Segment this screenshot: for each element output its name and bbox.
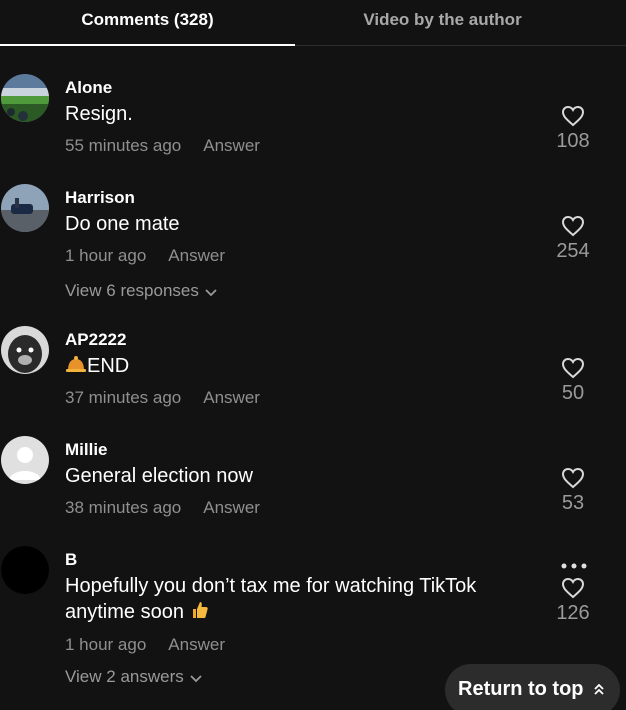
- like-button[interactable]: 50: [548, 357, 598, 405]
- bell-icon: [65, 354, 87, 381]
- heart-icon: [561, 467, 585, 489]
- avatar[interactable]: [1, 546, 49, 594]
- comment-username[interactable]: Alone: [65, 78, 112, 98]
- comment-time: 37 minutes ago: [65, 388, 182, 407]
- avatar[interactable]: [1, 184, 49, 232]
- view-replies-button[interactable]: View 2 answers: [65, 667, 202, 688]
- like-count: 108: [556, 130, 590, 152]
- more-options-icon[interactable]: [560, 553, 588, 576]
- like-button[interactable]: 108: [548, 105, 598, 153]
- return-to-top-button[interactable]: Return to top: [445, 664, 620, 710]
- comment-username[interactable]: Millie: [65, 440, 108, 460]
- view-replies-label: View 6 responses: [65, 281, 199, 300]
- double-chevron-up-icon: [593, 665, 604, 710]
- chevron-down-icon: [190, 668, 202, 688]
- like-count: 50: [561, 382, 585, 404]
- tab-video-by-author[interactable]: Video by the author: [295, 0, 590, 46]
- comment-meta: 1 hour ago Answer: [65, 246, 225, 266]
- tab-bar: Comments (328) Video by the author: [0, 0, 626, 46]
- comment-username[interactable]: Harrison: [65, 188, 135, 208]
- comment-text: Hopefully you don’t tax me for watching …: [65, 573, 476, 627]
- comment-meta: 37 minutes ago Answer: [65, 388, 260, 408]
- reply-button[interactable]: Answer: [168, 246, 225, 265]
- active-tab-indicator: [0, 44, 295, 46]
- like-button[interactable]: 53: [548, 467, 598, 515]
- avatar[interactable]: [1, 74, 49, 122]
- like-count: 126: [556, 602, 590, 624]
- heart-icon: [561, 105, 585, 127]
- comment-meta: 55 minutes ago Answer: [65, 136, 260, 156]
- comment-text-line: anytime soon: [65, 599, 476, 627]
- heart-icon: [561, 215, 585, 237]
- comment-time: 1 hour ago: [65, 246, 147, 265]
- like-count: 53: [561, 492, 585, 514]
- comment-meta: 1 hour ago Answer: [65, 635, 225, 655]
- comment-text-content: END: [87, 355, 130, 377]
- reply-button[interactable]: Answer: [203, 388, 260, 407]
- return-to-top-label: Return to top: [458, 678, 584, 700]
- view-replies-button[interactable]: View 6 responses: [65, 281, 217, 302]
- reply-button[interactable]: Answer: [203, 136, 260, 155]
- reply-button[interactable]: Answer: [203, 498, 260, 517]
- avatar[interactable]: [1, 436, 49, 484]
- comment-meta: 38 minutes ago Answer: [65, 498, 260, 518]
- comment-time: 1 hour ago: [65, 635, 147, 654]
- comment-username[interactable]: AP2222: [65, 330, 126, 350]
- like-button[interactable]: 126: [548, 577, 598, 625]
- heart-icon: [561, 577, 585, 599]
- chevron-down-icon: [205, 282, 217, 302]
- reply-button[interactable]: Answer: [168, 635, 225, 654]
- comment-text-line: Hopefully you don’t tax me for watching …: [65, 575, 477, 597]
- comment-time: 55 minutes ago: [65, 136, 182, 155]
- avatar[interactable]: [1, 326, 49, 374]
- heart-icon: [561, 357, 585, 379]
- like-button[interactable]: 254: [548, 215, 598, 263]
- comment-username[interactable]: B: [65, 550, 77, 570]
- comment-text: General election now: [65, 465, 253, 487]
- comment-time: 38 minutes ago: [65, 498, 182, 517]
- comment-text: END: [65, 353, 129, 381]
- comment-text: Do one mate: [65, 213, 180, 235]
- tab-comments[interactable]: Comments (328): [0, 0, 295, 46]
- thumbs-up-icon: [190, 600, 210, 627]
- comment-text: Resign.: [65, 103, 133, 125]
- comment-text-content: anytime soon: [65, 601, 184, 623]
- like-count: 254: [556, 240, 590, 262]
- view-replies-label: View 2 answers: [65, 667, 184, 686]
